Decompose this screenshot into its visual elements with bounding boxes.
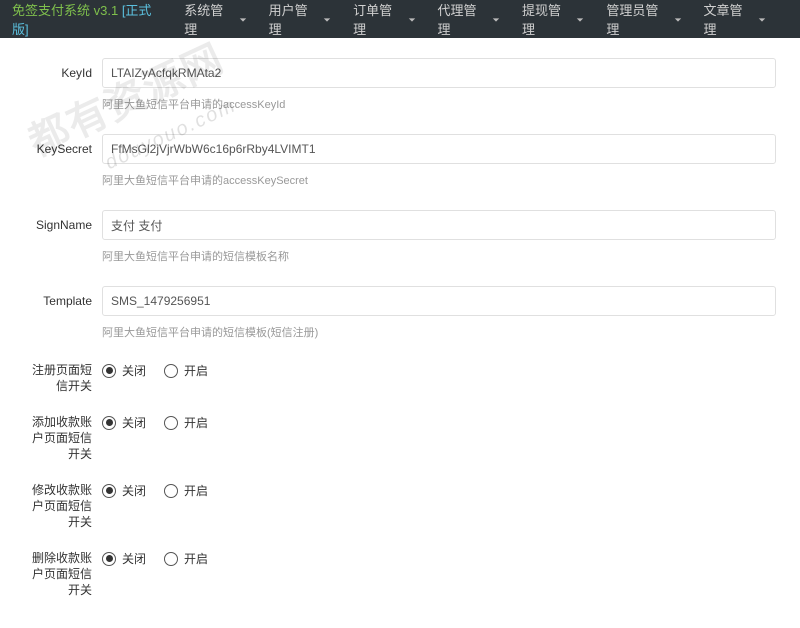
nav-article-manage[interactable]: 文章管理 — [704, 0, 766, 38]
nav-label: 管理员管理 — [606, 0, 669, 38]
switch-options: 关闭 开启 — [102, 482, 208, 499]
radio-text: 关闭 — [122, 362, 146, 379]
switch-label: 删除收款账户页面短信开关 — [24, 550, 92, 598]
switch-label: 添加收款账户页面短信开关 — [24, 414, 92, 462]
radio-icon — [164, 552, 178, 566]
chevron-down-icon — [492, 12, 500, 27]
keyid-label: KeyId — [24, 58, 92, 80]
radio-text: 关闭 — [122, 414, 146, 431]
switch-row: 注册页面短信开关 关闭 开启 — [24, 362, 776, 394]
switch-label: 修改收款账户页面短信开关 — [24, 482, 92, 530]
signname-hint: 阿里大鱼短信平台申请的短信模板名称 — [102, 248, 776, 264]
switch-row: 修改收款账户页面短信开关 关闭 开启 — [24, 482, 776, 530]
chevron-down-icon — [674, 12, 682, 27]
keyid-input[interactable] — [102, 58, 776, 88]
chevron-down-icon — [323, 12, 331, 27]
keysecret-hint: 阿里大鱼短信平台申请的accessKeySecret — [102, 172, 776, 188]
nav-label: 代理管理 — [438, 0, 488, 38]
radio-icon — [102, 364, 116, 378]
chevron-down-icon — [239, 12, 247, 27]
brand-title: 免签支付系统 v3.1 [正式版] — [12, 0, 164, 38]
nav-system-manage[interactable]: 系统管理 — [184, 0, 246, 38]
radio-icon — [164, 364, 178, 378]
radio-text: 开启 — [184, 414, 208, 431]
radio-text: 关闭 — [122, 550, 146, 567]
switch-row: 添加收款账户页面短信开关 关闭 开启 — [24, 414, 776, 462]
switch-label: 注册页面短信开关 — [24, 362, 92, 394]
nav-label: 用户管理 — [269, 0, 319, 38]
radio-icon — [102, 552, 116, 566]
nav-label: 订单管理 — [353, 0, 403, 38]
switch-row: 删除收款账户页面短信开关 关闭 开启 — [24, 550, 776, 598]
radio-icon — [164, 416, 178, 430]
radio-off[interactable]: 关闭 — [102, 550, 146, 567]
template-label: Template — [24, 286, 92, 308]
radio-icon — [164, 484, 178, 498]
nav-label: 文章管理 — [704, 0, 754, 38]
signname-input[interactable] — [102, 210, 776, 240]
radio-text: 开启 — [184, 362, 208, 379]
radio-text: 开启 — [184, 482, 208, 499]
top-navigation: 免签支付系统 v3.1 [正式版] 系统管理 用户管理 订单管理 代理管理 提现… — [0, 0, 800, 38]
radio-off[interactable]: 关闭 — [102, 362, 146, 379]
keyid-hint: 阿里大鱼短信平台申请的accessKeyId — [102, 96, 776, 112]
signname-label: SignName — [24, 210, 92, 232]
radio-icon — [102, 416, 116, 430]
radio-on[interactable]: 开启 — [164, 414, 208, 431]
radio-text: 关闭 — [122, 482, 146, 499]
template-input[interactable] — [102, 286, 776, 316]
nav-order-manage[interactable]: 订单管理 — [353, 0, 415, 38]
keysecret-label: KeySecret — [24, 134, 92, 156]
nav-agent-manage[interactable]: 代理管理 — [438, 0, 500, 38]
form-content: 都有资源网 douyouo.com KeyId 阿里大鱼短信平台申请的acces… — [0, 38, 800, 628]
nav-user-manage[interactable]: 用户管理 — [269, 0, 331, 38]
switch-options: 关闭 开启 — [102, 550, 208, 567]
switch-options: 关闭 开启 — [102, 414, 208, 431]
radio-on[interactable]: 开启 — [164, 362, 208, 379]
chevron-down-icon — [408, 12, 416, 27]
brand-name: 免签支付系统 v3.1 — [12, 3, 118, 18]
nav-admin-manage[interactable]: 管理员管理 — [606, 0, 681, 38]
radio-icon — [102, 484, 116, 498]
radio-off[interactable]: 关闭 — [102, 482, 146, 499]
nav-label: 提现管理 — [522, 0, 572, 38]
radio-text: 开启 — [184, 550, 208, 567]
radio-on[interactable]: 开启 — [164, 482, 208, 499]
chevron-down-icon — [576, 12, 584, 27]
nav-label: 系统管理 — [184, 0, 234, 38]
radio-off[interactable]: 关闭 — [102, 414, 146, 431]
radio-on[interactable]: 开启 — [164, 550, 208, 567]
template-hint: 阿里大鱼短信平台申请的短信模板(短信注册) — [102, 324, 776, 340]
switch-options: 关闭 开启 — [102, 362, 208, 379]
nav-withdraw-manage[interactable]: 提现管理 — [522, 0, 584, 38]
chevron-down-icon — [758, 12, 766, 27]
keysecret-input[interactable] — [102, 134, 776, 164]
